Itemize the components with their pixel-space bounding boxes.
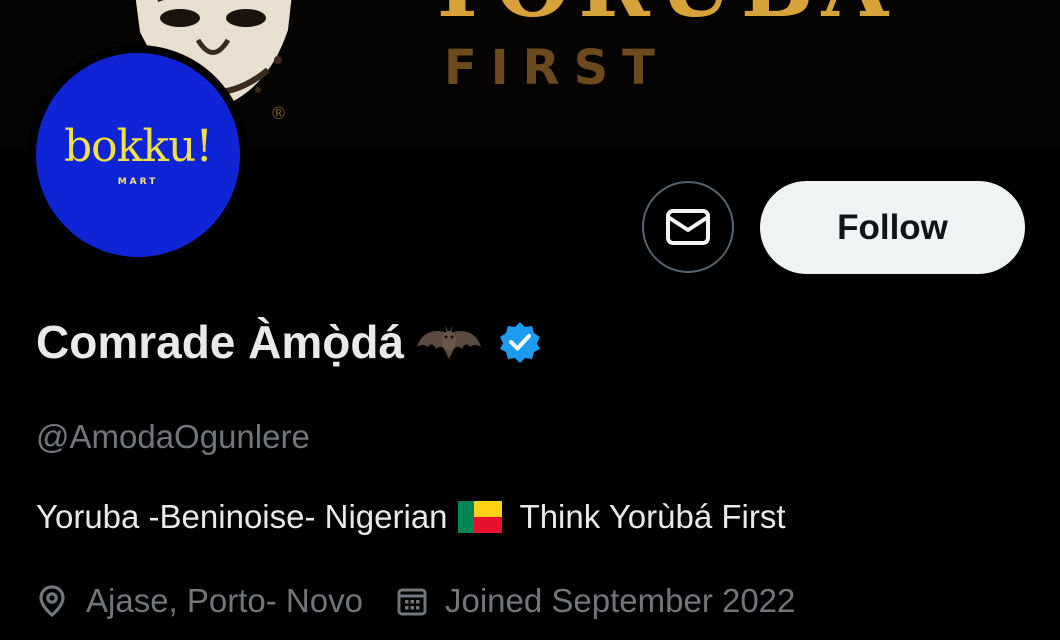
profile-meta: Ajase, Porto- Novo Joined September 2022 bbox=[36, 582, 795, 620]
joined-item: Joined September 2022 bbox=[397, 582, 795, 620]
location-text: Ajase, Porto- Novo bbox=[86, 582, 363, 619]
bio-text-part1: Yoruba -Beninoise- Nigerian bbox=[36, 498, 448, 535]
registered-mark: ® bbox=[270, 104, 287, 124]
location-pin-icon bbox=[36, 584, 68, 618]
joined-date-text: Joined September 2022 bbox=[444, 582, 796, 619]
benin-flag-icon bbox=[457, 501, 502, 533]
display-name: Comrade Àmọ̀dá bbox=[36, 316, 405, 368]
avatar[interactable]: bokku! MART bbox=[28, 45, 248, 265]
verified-badge-icon[interactable] bbox=[498, 320, 542, 364]
message-button[interactable] bbox=[642, 181, 734, 273]
avatar-brand-text: bokku! bbox=[64, 121, 213, 172]
display-name-row: Comrade Àmọ̀dá bbox=[36, 312, 542, 372]
bat-icon bbox=[416, 321, 482, 363]
envelope-icon bbox=[666, 209, 710, 245]
avatar-image: bokku! MART bbox=[36, 53, 240, 257]
username-handle: @AmodaOgunlere bbox=[36, 418, 310, 455]
profile-bio: Yoruba -Beninoise- Nigerian Think Yorùbá… bbox=[36, 498, 786, 536]
calendar-icon bbox=[397, 586, 427, 616]
bio-text-part2: Think Yorùbá First bbox=[519, 498, 786, 535]
follow-button[interactable]: Follow bbox=[760, 181, 1025, 274]
avatar-brand-subtext: MART bbox=[117, 177, 159, 187]
location-item: Ajase, Porto- Novo bbox=[36, 582, 363, 620]
banner-logo-title: YORUBA bbox=[426, 0, 896, 30]
banner-logo-subtitle: FIRST bbox=[444, 40, 669, 96]
